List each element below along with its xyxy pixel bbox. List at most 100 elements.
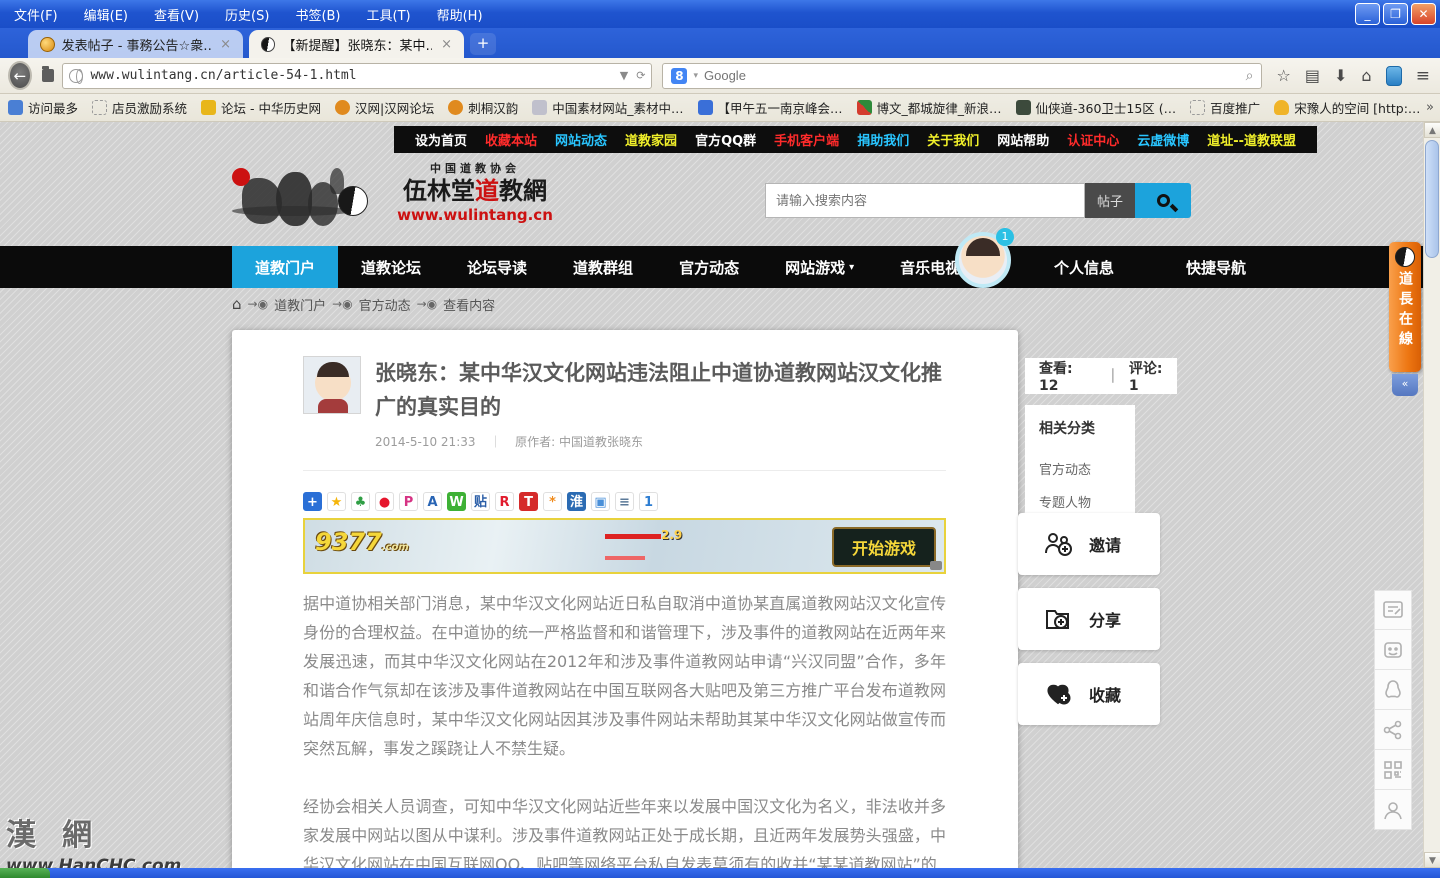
bookmarks-panel-icon[interactable]: ▤ <box>1305 66 1320 85</box>
bookmark-item[interactable]: 刺桐汉韵 <box>448 98 518 117</box>
restore-button[interactable]: ❐ <box>1383 3 1408 25</box>
scroll-up-arrow-icon[interactable]: ▲ <box>1424 122 1440 138</box>
share-renmin-icon[interactable]: R <box>495 492 514 511</box>
share-nodes-icon[interactable] <box>1374 710 1412 750</box>
share-tieba-icon[interactable]: 贴 <box>471 492 490 511</box>
nav-games[interactable]: 网站游戏▾ <box>762 246 877 288</box>
breadcrumb-portal[interactable]: 道教门户 <box>274 295 326 314</box>
tab-post-thread[interactable]: 发表帖子 - 事務公告☆衆… × <box>28 30 243 58</box>
web-search-bar[interactable]: 8 ▾ ⌕ <box>662 63 1262 89</box>
menu-file[interactable]: 文件(F) <box>14 5 58 24</box>
nav-groups[interactable]: 道教群组 <box>550 246 656 288</box>
bookmark-item[interactable]: 仙侠道-360卫士15区 (… <box>1016 98 1177 117</box>
link-add-favorite[interactable]: 收藏本站 <box>476 130 546 149</box>
site-search-input[interactable] <box>765 183 1085 218</box>
nav-portal[interactable]: 道教门户 <box>232 246 338 288</box>
nav-forum[interactable]: 道教论坛 <box>338 246 444 288</box>
bookmark-item[interactable]: 汉网|汉网论坛 <box>335 98 434 117</box>
share-pengyou-icon[interactable]: P <box>399 492 418 511</box>
bookmarks-overflow-chevron[interactable]: » <box>1426 100 1434 115</box>
qq-contact-icon[interactable] <box>1374 670 1412 710</box>
close-button[interactable]: ✕ <box>1411 3 1436 25</box>
menu-edit[interactable]: 编辑(E) <box>84 5 128 24</box>
tab-article-active[interactable]: 【新提醒】张晓东：某中… × <box>249 30 464 58</box>
share-copy-icon[interactable]: ▣ <box>591 492 610 511</box>
site-search-button[interactable] <box>1135 183 1191 218</box>
share-huai-icon[interactable]: 淮 <box>567 492 586 511</box>
nav-official-news[interactable]: 官方动态 <box>656 246 762 288</box>
link-set-homepage[interactable]: 设为首页 <box>406 130 476 149</box>
scrollbar-thumb[interactable] <box>1425 140 1439 258</box>
link-site-help[interactable]: 网站帮助 <box>988 130 1058 149</box>
nav-personal-info[interactable]: 个人信息 <box>1018 246 1150 288</box>
folder-icon[interactable] <box>42 69 55 82</box>
reload-icon[interactable]: ⟳ <box>636 69 645 82</box>
nav-quick-nav[interactable]: 快捷导航 <box>1150 246 1282 288</box>
link-qq-group[interactable]: 官方QQ群 <box>686 130 765 149</box>
qr-code-icon[interactable] <box>1374 750 1412 790</box>
bookmark-item[interactable]: 中国素材网站_素材中… <box>532 98 683 117</box>
bookmark-item[interactable]: 博文_都城旋律_新浪… <box>857 98 1002 117</box>
bookmark-item[interactable]: 店员激励系统 <box>92 98 187 117</box>
url-bar[interactable]: www.wulintang.cn/article-54-1.html ▼ ⟳ <box>62 63 652 89</box>
category-official-news[interactable]: 官方动态 <box>1025 452 1135 485</box>
link-about-us[interactable]: 关于我们 <box>918 130 988 149</box>
share-tencent-weibo-icon[interactable]: T <box>519 492 538 511</box>
invite-button[interactable]: 邀请 <box>1018 513 1160 575</box>
share-renren-icon[interactable]: A <box>423 492 442 511</box>
bookmark-most-visited[interactable]: 访问最多 <box>8 98 78 117</box>
link-donate[interactable]: 捐助我们 <box>848 130 918 149</box>
robot-helper-icon[interactable] <box>1374 630 1412 670</box>
breadcrumb-official-news[interactable]: 官方动态 <box>359 295 411 314</box>
menu-tools[interactable]: 工具(T) <box>367 5 411 24</box>
minimize-button[interactable]: _ <box>1355 3 1380 25</box>
url-dropdown-icon[interactable]: ▼ <box>620 69 628 82</box>
bookmark-item[interactable]: 论坛 - 中华历史网 <box>201 98 321 117</box>
back-button[interactable]: ← <box>8 61 32 90</box>
downloads-icon[interactable]: ⬇ <box>1334 66 1347 85</box>
link-mobile-client[interactable]: 手机客户端 <box>765 130 848 149</box>
menu-help[interactable]: 帮助(H) <box>437 5 483 24</box>
link-cert-center[interactable]: 认证中心 <box>1058 130 1128 149</box>
share-weibo-icon[interactable]: ● <box>375 492 394 511</box>
share-jiathis-icon[interactable]: 1 <box>639 492 658 511</box>
taoist-online-ribbon[interactable]: 道長在線 <box>1389 242 1421 372</box>
home-icon[interactable]: ⌂ <box>232 295 242 313</box>
share-more-icon[interactable]: + <box>303 492 322 511</box>
start-button-fragment[interactable] <box>0 868 50 878</box>
nav-forum-digest[interactable]: 论坛导读 <box>444 246 550 288</box>
hamburger-menu-icon[interactable]: ≡ <box>1416 66 1430 86</box>
user-profile-icon[interactable] <box>1374 790 1412 830</box>
link-site-news[interactable]: 网站动态 <box>546 130 616 149</box>
bookmark-item[interactable]: 宋豫人的空间 [http:… <box>1274 98 1420 117</box>
share-flower-icon[interactable]: * <box>543 492 562 511</box>
game-ad-banner[interactable]: 9377.com 2.9 开始游戏 <box>303 518 946 574</box>
search-scope-select[interactable]: 帖子 <box>1085 183 1135 218</box>
app-icon[interactable] <box>1386 66 1402 86</box>
new-tab-button[interactable]: + <box>470 33 496 55</box>
web-search-input[interactable] <box>704 68 1240 83</box>
vertical-scrollbar[interactable]: ▲ ▼ <box>1423 122 1440 868</box>
share-wechat-icon[interactable]: W <box>447 492 466 511</box>
menu-bookmarks[interactable]: 书签(B) <box>295 5 340 24</box>
bookmark-item[interactable]: 百度推广 <box>1190 98 1260 117</box>
tab-close-icon[interactable]: × <box>218 37 233 52</box>
feedback-note-icon[interactable] <box>1374 590 1412 630</box>
ad-camera-icon[interactable] <box>930 561 942 570</box>
favorite-button[interactable]: 收藏 <box>1018 663 1160 725</box>
link-taoist-union[interactable]: 道址--道教联盟 <box>1198 130 1305 149</box>
share-qzone-icon[interactable]: ★ <box>327 492 346 511</box>
share-button[interactable]: 分享 <box>1018 588 1160 650</box>
bookmark-item[interactable]: 【甲午五一南京峰会… <box>698 98 843 117</box>
url-text[interactable]: www.wulintang.cn/article-54-1.html <box>90 68 612 83</box>
bookmark-star-icon[interactable]: ☆ <box>1276 66 1290 85</box>
share-print-icon[interactable]: ≡ <box>615 492 634 511</box>
menu-view[interactable]: 查看(V) <box>154 5 199 24</box>
start-game-button[interactable]: 开始游戏 <box>832 527 936 567</box>
scroll-down-arrow-icon[interactable]: ▼ <box>1424 852 1440 868</box>
home-icon[interactable]: ⌂ <box>1361 66 1371 85</box>
site-logo[interactable]: 中国道教协会 伍林堂道教網 www.wulintang.cn <box>230 160 550 240</box>
link-weibo[interactable]: 云虚微博 <box>1128 130 1198 149</box>
tab-close-icon[interactable]: × <box>439 37 454 52</box>
author-avatar[interactable] <box>303 356 361 414</box>
